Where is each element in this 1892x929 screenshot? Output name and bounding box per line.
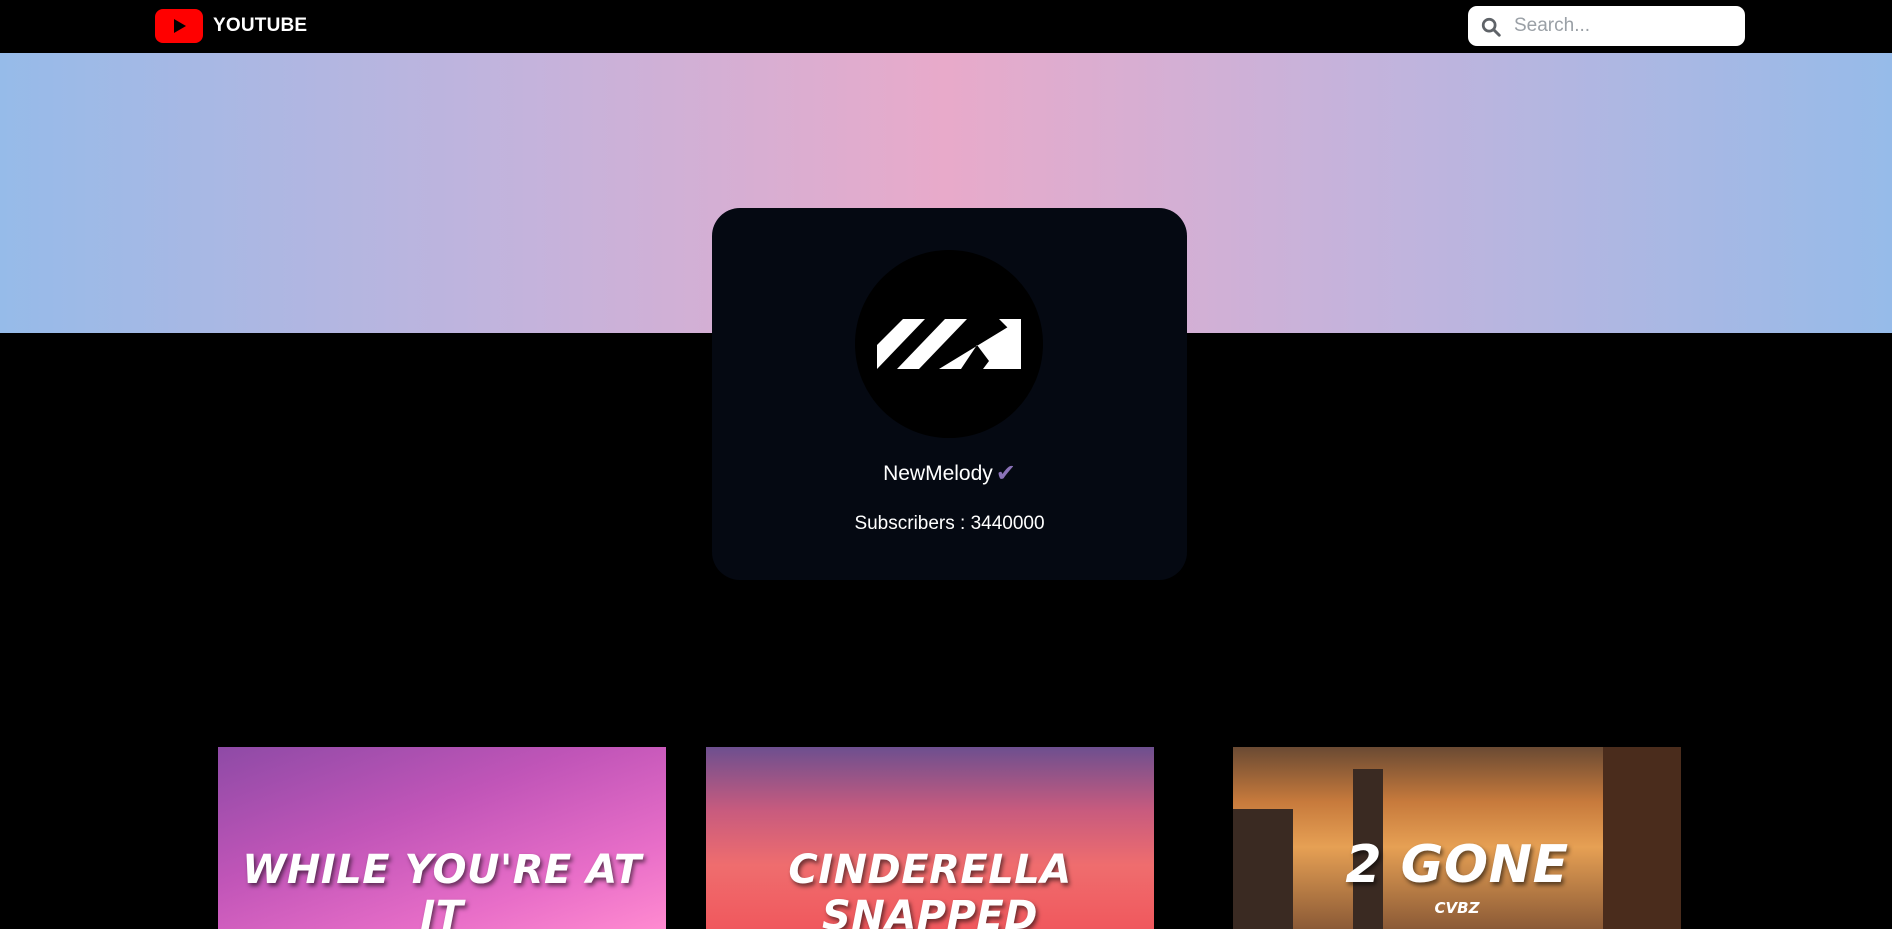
search-icon	[1481, 17, 1501, 37]
video-title: CINDERELLA SNAPPED	[788, 847, 1072, 929]
search-box[interactable]	[1468, 6, 1745, 46]
subscriber-count: Subscribers : 3440000	[854, 513, 1045, 534]
video-title: 2 GONE	[1345, 835, 1569, 895]
channel-avatar[interactable]	[855, 250, 1043, 438]
channel-name: NewMelody ✔	[712, 462, 1187, 486]
channel-card: NewMelody ✔ Subscribers : 3440000	[712, 208, 1187, 580]
newmelody-logo-icon	[877, 319, 1021, 369]
top-bar: YOUTUBE	[0, 0, 1892, 53]
video-thumbnail[interactable]: WHILE YOU'RE AT IT	[218, 747, 666, 929]
video-thumbnail[interactable]: CINDERELLA SNAPPED	[706, 747, 1154, 929]
logo-text: YOUTUBE	[213, 15, 308, 36]
youtube-play-icon	[155, 9, 203, 43]
youtube-logo[interactable]: YOUTUBE	[155, 9, 307, 43]
video-thumbnail[interactable]: 2 GONE CVBZ	[1233, 747, 1681, 929]
verified-check-icon: ✔	[995, 460, 1016, 487]
video-artist: CVBZ	[1434, 899, 1480, 917]
video-title: WHILE YOU'RE AT IT	[242, 847, 642, 929]
channel-name-text: NewMelody	[883, 462, 993, 485]
search-input[interactable]	[1514, 6, 1734, 46]
